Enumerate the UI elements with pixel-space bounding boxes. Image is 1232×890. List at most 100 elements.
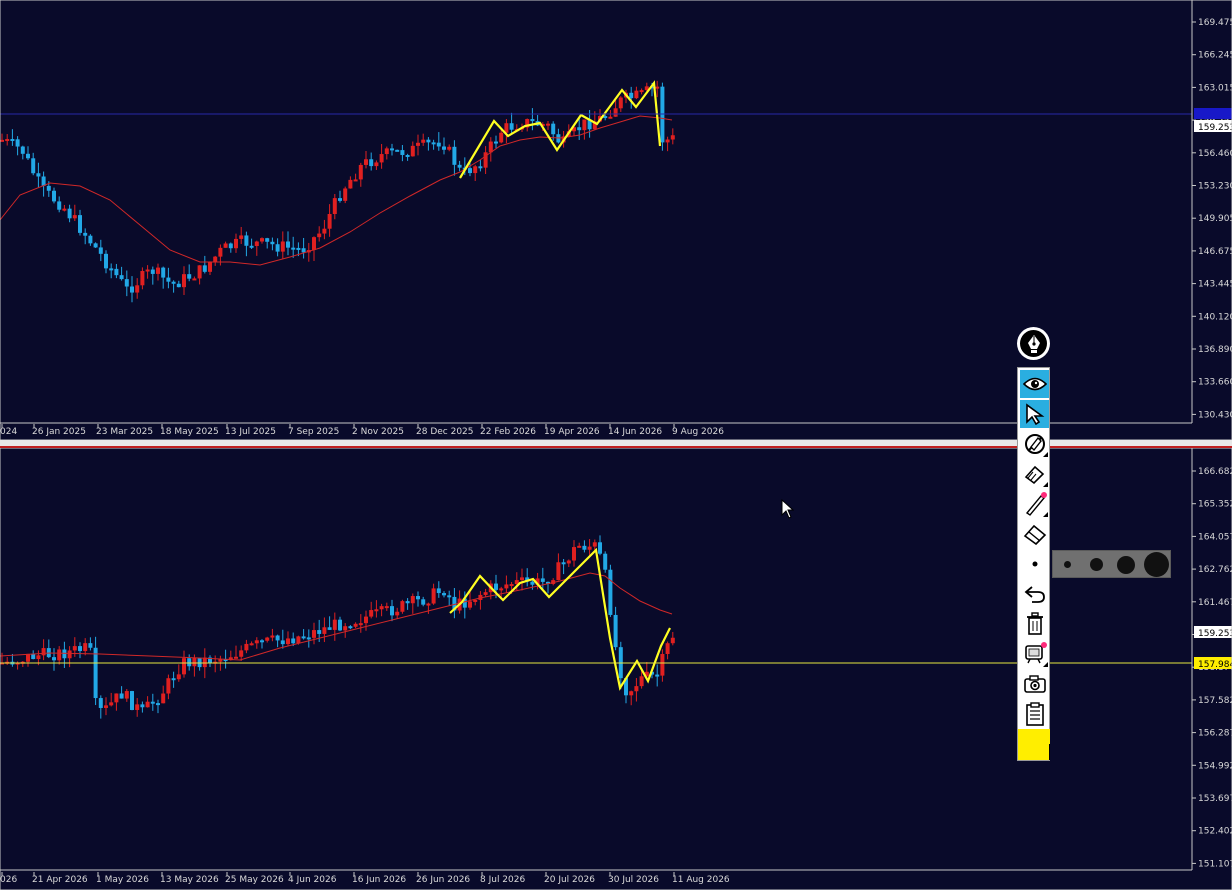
candle-body (520, 577, 524, 581)
price-axis-label: 154.992 (1198, 761, 1232, 771)
candle-body (634, 686, 639, 692)
candle-body (540, 578, 545, 582)
candle-body (301, 636, 306, 639)
date-axis-label: 8 Jul 2026 (480, 875, 525, 885)
candle-body (587, 546, 592, 550)
candle-body (150, 269, 155, 274)
candle-body (343, 626, 348, 631)
candle-body (145, 701, 150, 708)
eye-icon[interactable] (1020, 370, 1049, 398)
price-axis-label: 136.890 (1198, 345, 1232, 355)
candle-body (421, 139, 426, 143)
brush-size-large[interactable] (1117, 556, 1135, 574)
candle-body (629, 92, 634, 99)
no-draw-icon[interactable] (1020, 430, 1049, 458)
candle-body (93, 243, 98, 248)
candle-body (130, 691, 134, 710)
line-pen-icon[interactable] (1020, 490, 1049, 518)
candle-body (338, 619, 342, 631)
candle-body (457, 164, 462, 168)
candle-body (327, 627, 332, 630)
candle-body (384, 148, 389, 155)
candle-body (265, 637, 270, 641)
candle-body (135, 285, 140, 293)
candle-body (197, 265, 202, 279)
candle-body (410, 596, 415, 604)
candle-body (187, 274, 192, 279)
candle-body (270, 241, 275, 245)
candle-body (182, 274, 186, 288)
candle-body (265, 238, 270, 242)
candle-body (119, 275, 124, 280)
cursor-arrow-icon[interactable] (1020, 400, 1049, 428)
candle-body (291, 247, 296, 250)
date-axis-label: 28 Dec 2025 (416, 427, 474, 437)
date-axis-label: 2 Nov 2025 (352, 427, 404, 437)
date-axis-label: 26 Jan 2025 (32, 427, 86, 437)
candle-body (343, 188, 348, 201)
candle-body (93, 647, 98, 699)
candle-body (379, 154, 384, 163)
brush-size-xlarge[interactable] (1144, 552, 1169, 577)
camera-icon[interactable] (1020, 670, 1049, 698)
candle-body (494, 141, 498, 144)
candle-body (275, 635, 280, 641)
candle-body (296, 247, 301, 250)
candle-body (280, 640, 285, 645)
candle-body (322, 627, 327, 634)
candle-body (572, 547, 576, 561)
date-axis-label: 11 Aug 2026 (672, 875, 730, 885)
date-axis-label: 21 Apr 2026 (32, 875, 88, 885)
moving-average-line (0, 572, 673, 661)
candle-body (187, 658, 192, 667)
brush-size-icon[interactable] (1020, 550, 1049, 578)
candle-body (395, 611, 400, 616)
brush-size-medium[interactable] (1090, 558, 1103, 571)
date-axis-label: 25 May 2026 (225, 875, 284, 885)
candle-body (239, 235, 244, 239)
candle-body (509, 123, 514, 130)
candle-body (260, 640, 264, 643)
candle-body (109, 702, 114, 706)
candle-body (629, 691, 634, 696)
line-price-text: 157.984 (1198, 660, 1232, 670)
date-axis-label: 024 (0, 427, 17, 437)
price-axis-label: 156.287 (1198, 729, 1232, 739)
price-axis-label: 163.015 (1198, 83, 1232, 93)
candle-body (109, 268, 114, 271)
marker-icon[interactable] (1020, 460, 1049, 488)
candle-body (416, 142, 420, 146)
undo-icon[interactable] (1020, 580, 1049, 608)
candle-body (166, 678, 171, 694)
eraser-icon[interactable] (1020, 520, 1049, 548)
candle-body (192, 657, 197, 667)
price-axis-label: 162.762 (1198, 565, 1232, 575)
candle-body (78, 646, 82, 652)
candle-body (348, 626, 353, 629)
candle-body (353, 623, 358, 627)
price-axis-label: 133.660 (1198, 378, 1232, 388)
screen-icon[interactable] (1020, 640, 1049, 668)
candle-body (36, 173, 41, 177)
candle-body (166, 277, 171, 282)
candle-body (566, 560, 571, 564)
candle-body (431, 588, 436, 604)
selected-color-swatch[interactable] (1018, 729, 1049, 760)
candle-body (369, 610, 374, 617)
candle-body (613, 108, 618, 117)
clipboard-icon[interactable] (1020, 700, 1049, 728)
candle-body (582, 119, 587, 131)
fountain-pen-logo-icon[interactable] (1017, 327, 1050, 360)
date-axis-label: 026 (0, 875, 17, 885)
brush-size-small[interactable] (1064, 561, 1071, 568)
candle-body (530, 119, 535, 122)
price-axis-label: 166.245 (1198, 51, 1232, 61)
candle-body (436, 588, 441, 594)
candle-body (270, 635, 275, 638)
candle-body (176, 283, 181, 288)
candle-body (655, 86, 660, 89)
candle-body (156, 703, 160, 706)
candle-body (364, 616, 368, 624)
trash-icon[interactable] (1020, 610, 1049, 638)
candle-body (218, 247, 223, 257)
